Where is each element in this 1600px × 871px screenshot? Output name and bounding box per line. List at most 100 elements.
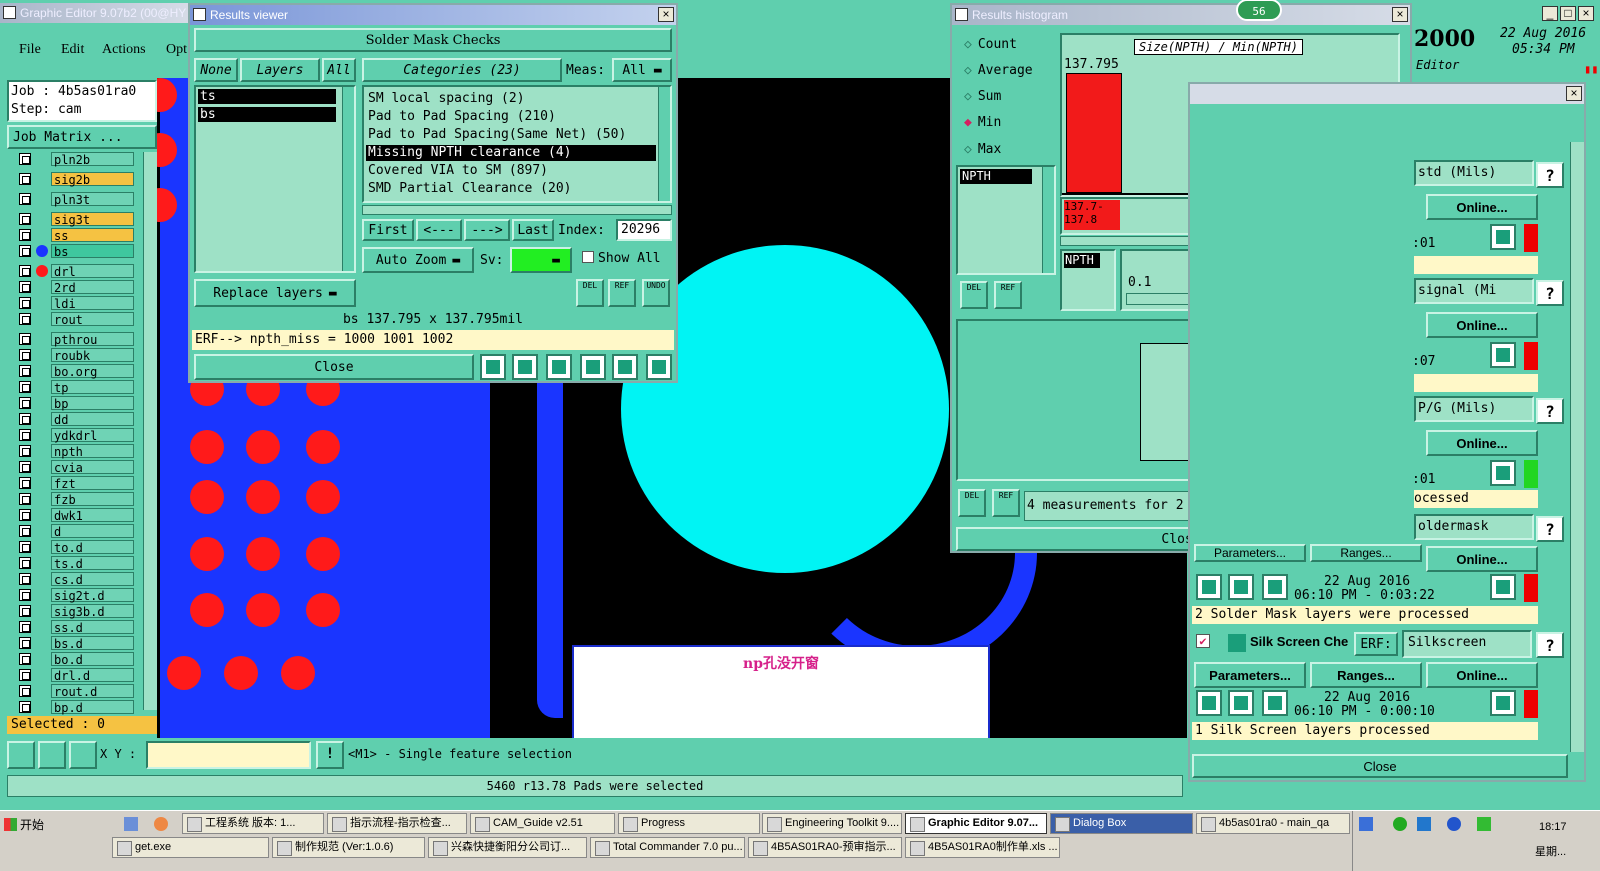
zoom-icon[interactable] <box>1490 224 1516 250</box>
tray-icon-3[interactable] <box>1417 817 1431 831</box>
option-average[interactable]: Average <box>964 63 1033 78</box>
meas-dropdown[interactable]: All ▬ <box>612 58 672 82</box>
layer-checkbox[interactable] <box>19 621 31 633</box>
run-all-icon[interactable] <box>1228 690 1254 716</box>
solder-online-button[interactable]: Online... <box>1426 546 1538 572</box>
silk-params-button[interactable]: Parameters... <box>1194 662 1306 688</box>
layer-row-fzt[interactable]: fzt <box>19 476 134 491</box>
job-matrix-button[interactable]: Job Matrix ... <box>7 125 157 149</box>
layer-row-bp.d[interactable]: bp.d <box>19 700 134 715</box>
layer-checkbox[interactable] <box>19 525 31 537</box>
checks-close-button[interactable]: Close <box>1192 754 1568 778</box>
layer-checkbox[interactable] <box>19 493 31 505</box>
none-button[interactable]: None <box>194 58 238 82</box>
layer-checkbox[interactable] <box>19 413 31 425</box>
desktop-icon[interactable] <box>124 817 138 831</box>
layer-checkbox[interactable] <box>19 349 31 361</box>
layer-row-dd[interactable]: dd <box>19 412 134 427</box>
hist-del-icon-2[interactable]: DEL <box>958 489 986 517</box>
tray-icon-1[interactable] <box>1359 817 1373 831</box>
checks-scrollbar[interactable] <box>1570 142 1584 752</box>
layer-row-sig3t[interactable]: sig3t <box>19 212 134 227</box>
npth-item[interactable]: NPTH <box>960 169 1032 184</box>
layer-row-ldi[interactable]: ldi <box>19 296 134 311</box>
solder-ranges-button[interactable]: Ranges... <box>1310 544 1422 562</box>
del-icon[interactable]: DEL <box>576 279 604 307</box>
categories-scrollbar[interactable] <box>658 87 670 201</box>
layer-row-drl.d[interactable]: drl.d <box>19 668 134 683</box>
layer-checkbox[interactable] <box>19 245 31 257</box>
layer-checkbox[interactable] <box>19 153 31 165</box>
layer-row-d[interactable]: d <box>19 524 134 539</box>
grid-tool-icon[interactable] <box>69 741 97 769</box>
help-icon[interactable]: ? <box>1536 280 1564 306</box>
prev-button[interactable]: <--- <box>416 219 462 241</box>
option-min[interactable]: Min <box>964 115 1001 130</box>
category-item[interactable]: Pad to Pad Spacing(Same Net) (50) <box>366 127 656 143</box>
layer-row-to.d[interactable]: to.d <box>19 540 134 555</box>
taskbar-item[interactable]: Dialog Box <box>1050 813 1193 834</box>
silk-checkbox[interactable]: ✔ <box>1196 634 1210 648</box>
layer-item-bs[interactable]: bs <box>198 107 336 122</box>
layer-row-drl[interactable]: drl <box>19 264 134 279</box>
zoom-icon[interactable] <box>1490 574 1516 600</box>
index-input[interactable]: 20296 <box>616 219 672 241</box>
hist-ref-icon-2[interactable]: REF <box>992 489 1020 517</box>
layer-checkbox[interactable] <box>19 193 31 205</box>
taskbar-item[interactable]: Total Commander 7.0 pu... <box>590 837 745 858</box>
layer-row-pln2b[interactable]: pln2b <box>19 152 134 167</box>
auto-zoom-dropdown[interactable]: Auto Zoom ▬ <box>362 247 474 273</box>
layer-checkbox[interactable] <box>19 429 31 441</box>
layer-item-ts[interactable]: ts <box>198 89 336 104</box>
layer-checkbox[interactable] <box>19 605 31 617</box>
layer-row-sig2b[interactable]: sig2b <box>19 172 134 187</box>
menu-actions[interactable]: Actions <box>102 42 146 58</box>
results-viewer-close-icon[interactable]: × <box>658 7 674 22</box>
last-button[interactable]: Last <box>512 219 554 241</box>
layer-checkbox[interactable] <box>19 461 31 473</box>
layer-row-ts.d[interactable]: ts.d <box>19 556 134 571</box>
taskbar-item[interactable]: 指示流程-指示检查... <box>327 813 467 834</box>
run-all-icon[interactable] <box>1228 574 1254 600</box>
stop-icon[interactable] <box>1262 690 1288 716</box>
layer-row-pthrou[interactable]: pthrou <box>19 332 134 347</box>
layer-row-pln3t[interactable]: pln3t <box>19 192 134 207</box>
stop-icon[interactable] <box>1262 574 1288 600</box>
layer-row-bo.d[interactable]: bo.d <box>19 652 134 667</box>
tool-icon-4[interactable] <box>580 354 606 380</box>
layer-checkbox[interactable] <box>19 653 31 665</box>
sv-color-dropdown[interactable]: ▬ <box>510 247 572 273</box>
layer-checkbox[interactable] <box>19 365 31 377</box>
xy-input[interactable] <box>146 741 311 769</box>
window-close-icon[interactable]: × <box>1578 6 1594 21</box>
hist-ref-icon[interactable]: REF <box>994 281 1022 309</box>
layer-checkbox[interactable] <box>19 669 31 681</box>
bluetooth-icon[interactable] <box>1447 817 1461 831</box>
measure-tool-icon[interactable] <box>38 741 66 769</box>
layer-row-ss[interactable]: ss <box>19 228 134 243</box>
help-icon[interactable]: ? <box>1536 632 1564 658</box>
layer-row-ydkdrl[interactable]: ydkdrl <box>19 428 134 443</box>
layer-row-fzb[interactable]: fzb <box>19 492 134 507</box>
all-layers-button[interactable]: All <box>322 58 356 82</box>
layer-checkbox[interactable] <box>19 445 31 457</box>
menu-edit[interactable]: Edit <box>61 42 84 58</box>
layer-checkbox[interactable] <box>19 229 31 241</box>
histogram-icon[interactable] <box>646 354 672 380</box>
taskbar-item[interactable]: CAM_Guide v2.51 <box>470 813 615 834</box>
layer-checkbox[interactable] <box>19 173 31 185</box>
browser-icon[interactable] <box>154 817 168 831</box>
show-all-checkbox[interactable] <box>582 251 594 263</box>
maximize-icon[interactable]: □ <box>1560 6 1576 21</box>
layer-checkbox[interactable] <box>19 477 31 489</box>
results-viewer-close-button[interactable]: Close <box>194 354 474 380</box>
checks-close-icon[interactable]: × <box>1566 86 1582 101</box>
taskbar-item[interactable]: 4B5AS01RA0-预审指示... <box>748 837 902 858</box>
layers-button[interactable]: Layers <box>240 58 320 82</box>
option-max[interactable]: Max <box>964 142 1001 157</box>
start-button[interactable]: 开始 <box>2 814 54 836</box>
taskbar-item[interactable]: 4B5AS01RA0制作单.xls ... <box>905 837 1060 858</box>
categories-hscrollbar[interactable] <box>362 205 672 215</box>
layer-row-npth[interactable]: npth <box>19 444 134 459</box>
tray-icon-2[interactable] <box>1393 817 1407 831</box>
